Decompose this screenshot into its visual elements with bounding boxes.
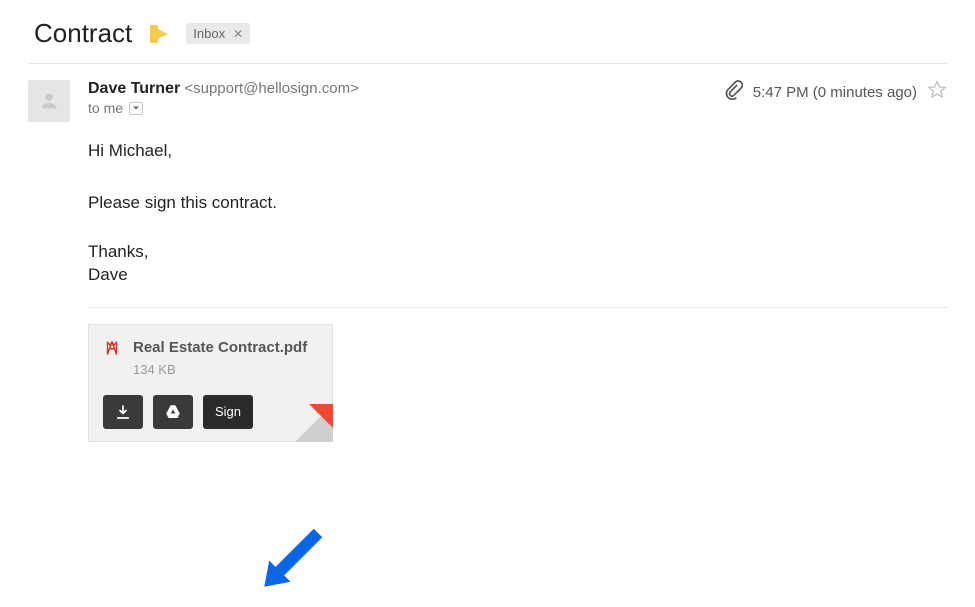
person-icon [38, 90, 60, 112]
attachment-fold-icon [295, 404, 333, 442]
sender-email: <support@hellosign.com> [184, 80, 359, 97]
pdf-icon [103, 339, 121, 361]
body-signoff-2: Dave [88, 264, 947, 287]
email-subject: Contract [34, 18, 132, 49]
caret-down-icon [132, 104, 140, 112]
save-to-drive-button[interactable] [153, 395, 193, 429]
attachment-size: 134 KB [133, 362, 307, 377]
star-button[interactable] [927, 80, 947, 104]
attachment-indicator-icon [723, 80, 743, 104]
body-signoff-1: Thanks, [88, 241, 947, 264]
recipient-line: to me [88, 100, 123, 116]
star-outline-icon [927, 80, 947, 100]
body-line-1: Please sign this contract. [88, 190, 947, 216]
annotation-arrow-icon [273, 529, 322, 578]
attachment-divider [88, 307, 947, 308]
label-chip-text: Inbox [193, 26, 225, 41]
download-attachment-button[interactable] [103, 395, 143, 429]
sender-avatar[interactable] [28, 80, 70, 122]
sender-name: Dave Turner [88, 80, 180, 97]
download-icon [114, 403, 132, 421]
message-timestamp: 5:47 PM (0 minutes ago) [753, 84, 917, 101]
sign-button[interactable]: Sign [203, 395, 253, 429]
importance-marker-icon[interactable] [150, 25, 168, 43]
attachment-card[interactable]: Real Estate Contract.pdf 134 KB [88, 324, 333, 442]
drive-icon [164, 403, 182, 421]
attachment-filename: Real Estate Contract.pdf [133, 339, 307, 358]
body-greeting: Hi Michael, [88, 138, 947, 164]
remove-label-icon[interactable]: ✕ [233, 27, 243, 41]
show-details-button[interactable] [129, 102, 143, 115]
label-chip-inbox[interactable]: Inbox ✕ [186, 23, 250, 44]
